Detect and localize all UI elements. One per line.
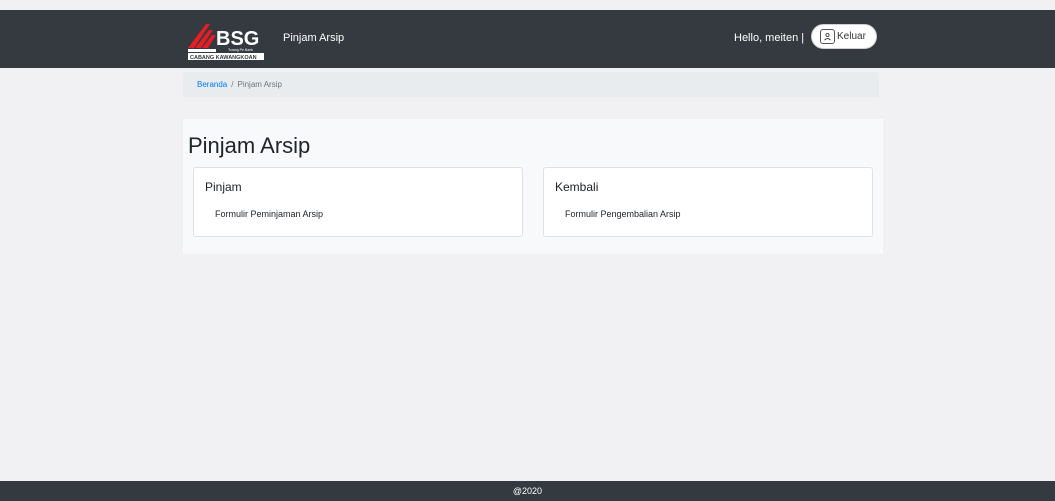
breadcrumb-current: Pinjam Arsip (237, 80, 282, 89)
logo-tagline: Torang Pe Bank (228, 48, 253, 52)
footer: @2020 (0, 481, 1055, 501)
footer-copyright: @2020 (512, 486, 543, 496)
app-title[interactable]: Pinjam Arsip (283, 32, 344, 44)
pengembalian-form-link[interactable]: Formulir Pengembalian Arsip (565, 209, 681, 219)
user-greeting: Hello, meiten | (734, 32, 805, 44)
user-icon (820, 29, 835, 44)
bsg-logo-icon: BSG Torang Pe Bank CABANG KAWANGKOAN (188, 24, 264, 61)
breadcrumb-home-link[interactable]: Beranda (197, 80, 227, 89)
breadcrumb-separator: / (231, 80, 234, 89)
card-kembali: Kembali Formulir Pengembalian Arsip (543, 167, 873, 237)
logout-label: Keluar (837, 31, 866, 42)
logo-text: BSG (216, 28, 259, 50)
brand-logo[interactable]: BSG Torang Pe Bank CABANG KAWANGKOAN (186, 18, 276, 62)
card-pinjam: Pinjam Formulir Peminjaman Arsip (193, 167, 523, 237)
card-title-pinjam: Pinjam (205, 180, 242, 194)
logo-subtext: CABANG KAWANGKOAN (190, 55, 257, 61)
card-title-kembali: Kembali (555, 180, 599, 194)
page-title: Pinjam Arsip (188, 133, 311, 158)
peminjaman-form-link[interactable]: Formulir Peminjaman Arsip (215, 209, 323, 219)
breadcrumb: Beranda / Pinjam Arsip (183, 72, 879, 97)
navbar: BSG Torang Pe Bank CABANG KAWANGKOAN Pin… (0, 10, 1055, 68)
logout-button[interactable]: Keluar (811, 24, 877, 49)
